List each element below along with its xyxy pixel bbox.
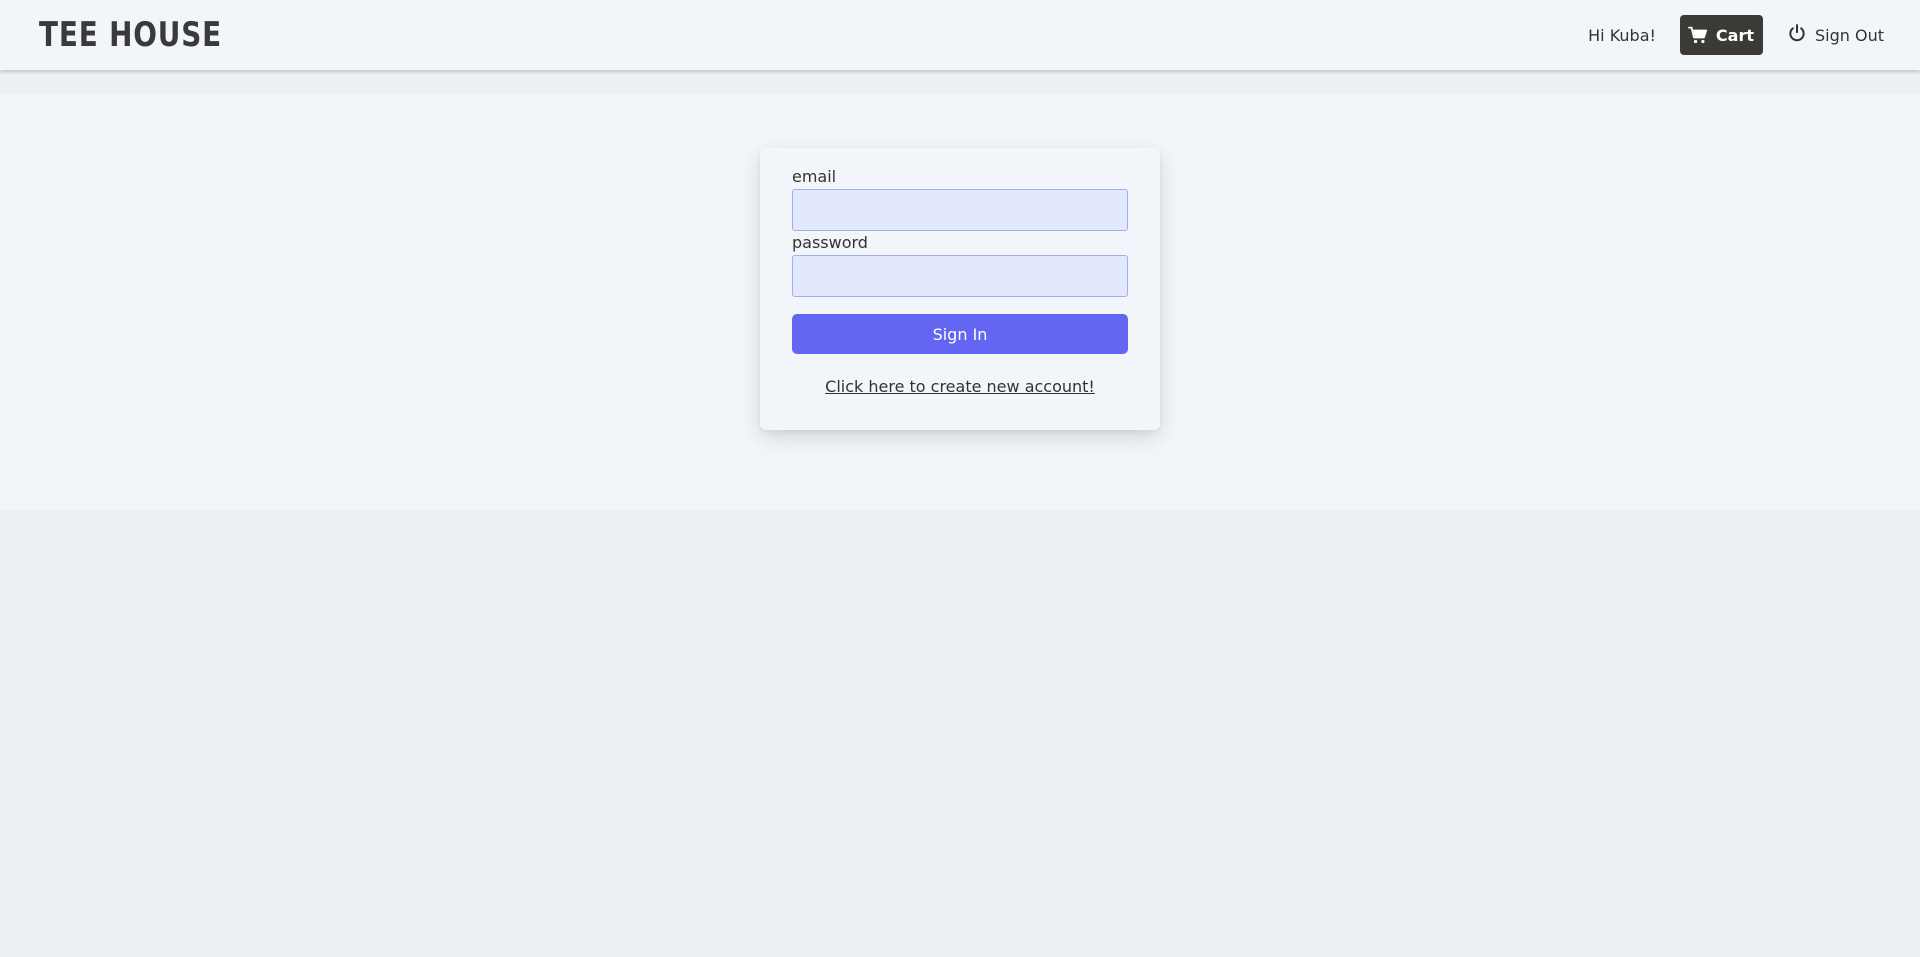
- sign-in-card: email password Sign In Click here to cre…: [760, 148, 1160, 430]
- create-account-link[interactable]: Click here to create new account!: [792, 377, 1128, 396]
- user-greeting: Hi Kuba!: [1588, 25, 1656, 45]
- password-input[interactable]: [792, 255, 1128, 297]
- password-label: password: [792, 233, 868, 252]
- cart-button[interactable]: Cart: [1679, 15, 1763, 55]
- sign-out-label: Sign Out: [1815, 25, 1884, 45]
- email-label: email: [792, 167, 837, 186]
- power-icon: [1787, 23, 1807, 47]
- top-navbar: TEE HOUSE Hi Kuba! Cart Sign Out: [0, 0, 1920, 70]
- sign-out-button[interactable]: Sign Out: [1787, 23, 1884, 47]
- nav-actions: Hi Kuba! Cart Sign Out: [1588, 15, 1884, 55]
- site-logo[interactable]: TEE HOUSE: [39, 18, 222, 52]
- cart-button-label: Cart: [1715, 25, 1754, 45]
- email-input[interactable]: [792, 189, 1128, 231]
- cart-icon: [1688, 26, 1708, 44]
- sign-in-button[interactable]: Sign In: [792, 314, 1128, 354]
